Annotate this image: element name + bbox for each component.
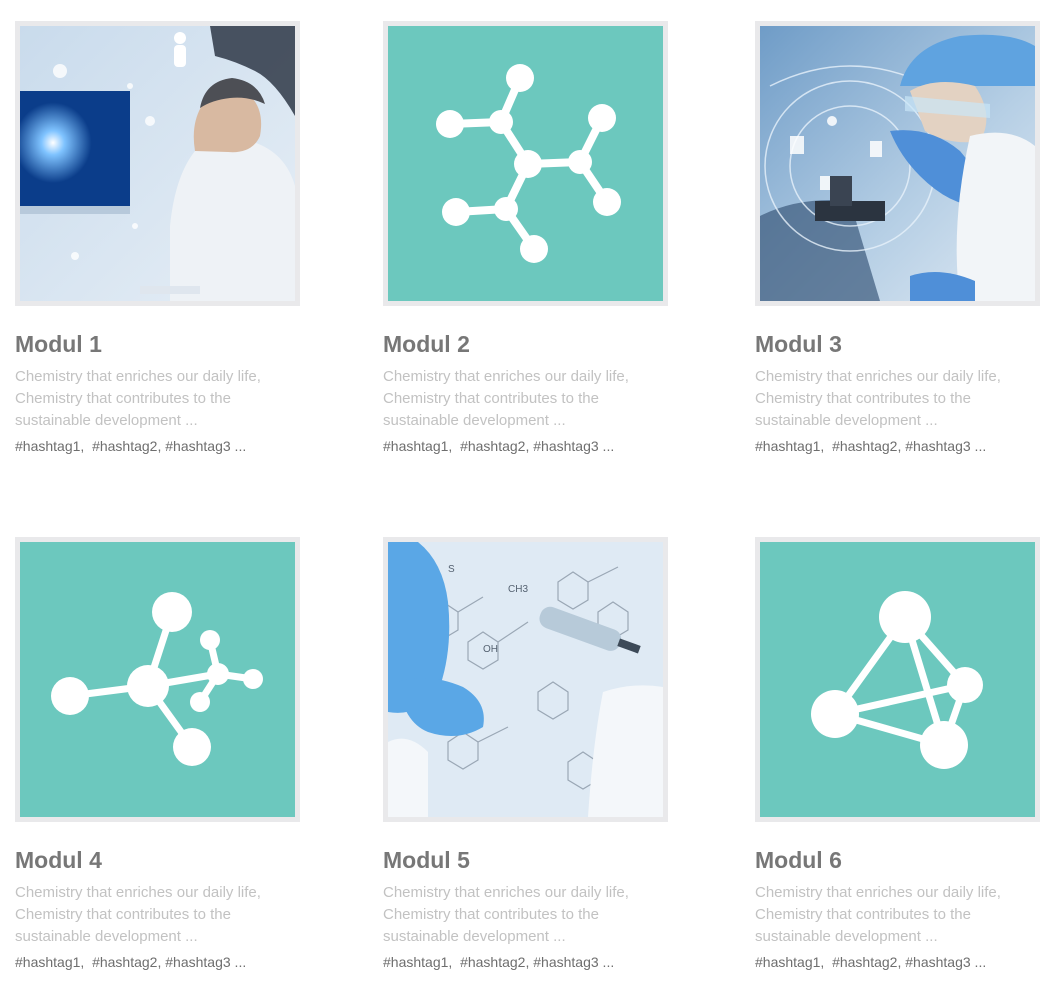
svg-text:S: S [448,564,455,575]
description-line: Chemistry that contributes to the [383,906,599,924]
module-description: Chemistry that enriches our daily life, … [15,366,285,432]
description-line: sustainable development ... [15,412,198,430]
module-card[interactable]: Modul 1 Chemistry that enriches our dail… [15,21,300,454]
description-line: Chemistry that enriches our daily life, [15,884,261,902]
module-hashtags: #hashtag1, #hashtag2, #hashtag3 ... [755,438,1040,454]
description-line: Chemistry that enriches our daily life, [755,368,1001,386]
description-line: sustainable development ... [755,412,938,430]
scientist-at-monitor-photo [20,26,295,301]
hashtag-link[interactable]: #hashtag3 ... [165,438,246,454]
description-line: Chemistry that contributes to the [755,906,971,924]
module-hashtags: #hashtag1, #hashtag2, #hashtag3 ... [15,438,300,454]
svg-text:CH3: CH3 [508,584,528,595]
hashtag-link[interactable]: #hashtag3 ... [165,954,246,970]
description-line: Chemistry that contributes to the [383,390,599,408]
module-title[interactable]: Modul 3 [755,331,1040,357]
module-hashtags: #hashtag1, #hashtag2, #hashtag3 ... [383,954,668,970]
description-line: Chemistry that enriches our daily life, [755,884,1001,902]
module-description: Chemistry that enriches our daily life, … [383,882,653,948]
module-image[interactable] [383,21,668,306]
module-description: Chemistry that enriches our daily life, … [15,882,285,948]
hashtag-link[interactable]: #hashtag1, [15,438,84,454]
description-line: Chemistry that contributes to the [15,906,231,924]
tetrahedron-molecule-icon [760,542,1035,817]
description-line: Chemistry that contributes to the [755,390,971,408]
description-line: sustainable development ... [755,928,938,946]
molecule-icon [20,542,295,817]
module-image[interactable] [755,537,1040,822]
module-title[interactable]: Modul 2 [383,331,668,357]
scientist-microscope-photo [760,26,1035,301]
module-description: Chemistry that enriches our daily life, … [755,366,1025,432]
hashtag-link[interactable]: #hashtag1, [383,438,452,454]
description-line: Chemistry that contributes to the [15,390,231,408]
molecule-icon [388,26,663,301]
hashtag-link[interactable]: #hashtag2, [460,438,529,454]
hashtag-link[interactable]: #hashtag3 ... [905,954,986,970]
module-card[interactable]: Modul 2 Chemistry that enriches our dail… [383,21,668,454]
hashtag-link[interactable]: #hashtag2, [460,954,529,970]
module-card[interactable]: Modul 6 Chemistry that enriches our dail… [755,537,1040,970]
module-description: Chemistry that enriches our daily life, … [383,366,653,432]
hashtag-link[interactable]: #hashtag1, [755,954,824,970]
module-image[interactable]: CH3 OH S [383,537,668,822]
module-title[interactable]: Modul 5 [383,847,668,873]
module-card[interactable]: Modul 3 Chemistry that enriches our dail… [755,21,1040,454]
module-hashtags: #hashtag1, #hashtag2, #hashtag3 ... [383,438,668,454]
description-line: sustainable development ... [383,928,566,946]
hashtag-link[interactable]: #hashtag2, [92,438,161,454]
description-line: sustainable development ... [15,928,198,946]
module-image[interactable] [15,21,300,306]
hashtag-link[interactable]: #hashtag1, [383,954,452,970]
module-title[interactable]: Modul 6 [755,847,1040,873]
description-line: Chemistry that enriches our daily life, [383,368,629,386]
svg-text:OH: OH [483,644,498,655]
hashtag-link[interactable]: #hashtag3 ... [533,438,614,454]
module-image[interactable] [15,537,300,822]
description-line: Chemistry that enriches our daily life, [383,884,629,902]
module-description: Chemistry that enriches our daily life, … [755,882,1025,948]
hashtag-link[interactable]: #hashtag1, [755,438,824,454]
module-hashtags: #hashtag1, #hashtag2, #hashtag3 ... [755,954,1040,970]
module-hashtags: #hashtag1, #hashtag2, #hashtag3 ... [15,954,300,970]
module-card[interactable]: Modul 4 Chemistry that enriches our dail… [15,537,300,970]
hashtag-link[interactable]: #hashtag2, [92,954,161,970]
hashtag-link[interactable]: #hashtag3 ... [905,438,986,454]
description-line: sustainable development ... [383,412,566,430]
hashtag-link[interactable]: #hashtag2, [832,438,901,454]
description-line: Chemistry that enriches our daily life, [15,368,261,386]
module-card[interactable]: CH3 OH S Modul 5 Chemistry that enriches… [383,537,668,970]
pipette-formula-photo: CH3 OH S [388,542,663,817]
module-title[interactable]: Modul 4 [15,847,300,873]
hashtag-link[interactable]: #hashtag2, [832,954,901,970]
hashtag-link[interactable]: #hashtag3 ... [533,954,614,970]
module-title[interactable]: Modul 1 [15,331,300,357]
hashtag-link[interactable]: #hashtag1, [15,954,84,970]
module-image[interactable] [755,21,1040,306]
